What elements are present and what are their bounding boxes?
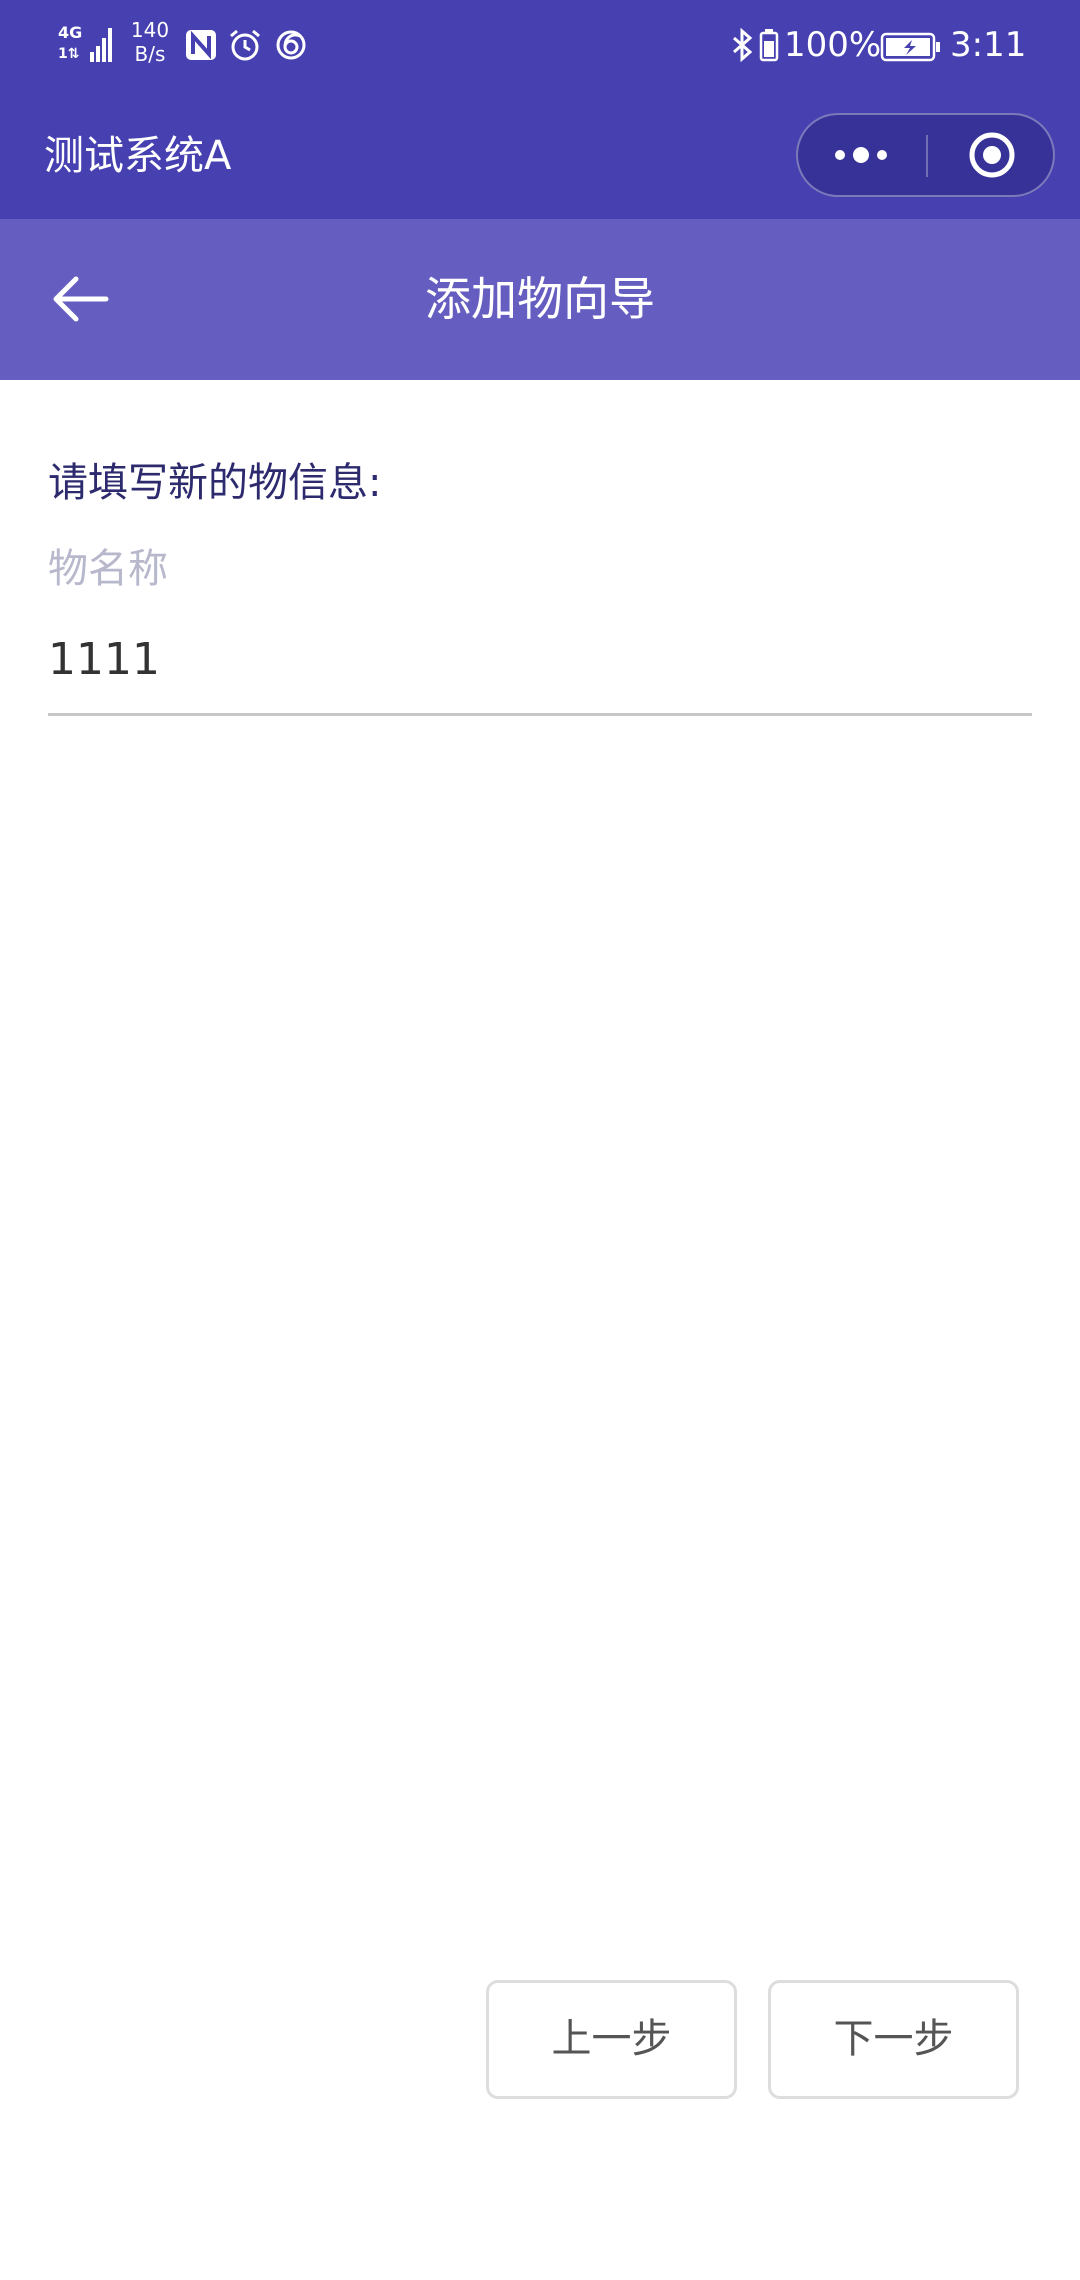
battery-small-icon [759, 29, 779, 62]
alarm-icon [230, 29, 260, 61]
prev-step-button[interactable]: 上一步 [486, 1980, 737, 2099]
battery-charging-icon [880, 32, 940, 62]
app-title: 测试系统A [44, 133, 232, 179]
item-name-input[interactable] [48, 620, 1032, 716]
swirl-icon [276, 30, 306, 60]
speed-unit: B/s [134, 42, 166, 66]
status-time: 3:11 [950, 25, 1027, 65]
page-header: 添加物向导 [0, 219, 1080, 380]
status-bar: 4G 1⇅ 140 B/s 100% 3:11 [0, 0, 1080, 92]
capsule-menu [796, 113, 1055, 197]
battery-percent: 100% [784, 25, 882, 65]
top-bar: 4G 1⇅ 140 B/s 100% 3:11 测试系统A [0, 0, 1080, 219]
target-circle-icon[interactable] [928, 115, 1055, 195]
network-speed: 140 B/s [126, 18, 174, 66]
page-title: 添加物向导 [425, 272, 655, 326]
speed-value: 140 [130, 18, 170, 42]
signal-icon [90, 28, 112, 62]
bluetooth-icon [733, 28, 753, 62]
next-step-button[interactable]: 下一步 [768, 1980, 1019, 2099]
nfc-icon [186, 30, 216, 60]
item-name-label: 物名称 [48, 546, 168, 592]
form-prompt: 请填写新的物信息: [48, 460, 382, 506]
more-dots-icon[interactable] [798, 115, 926, 195]
